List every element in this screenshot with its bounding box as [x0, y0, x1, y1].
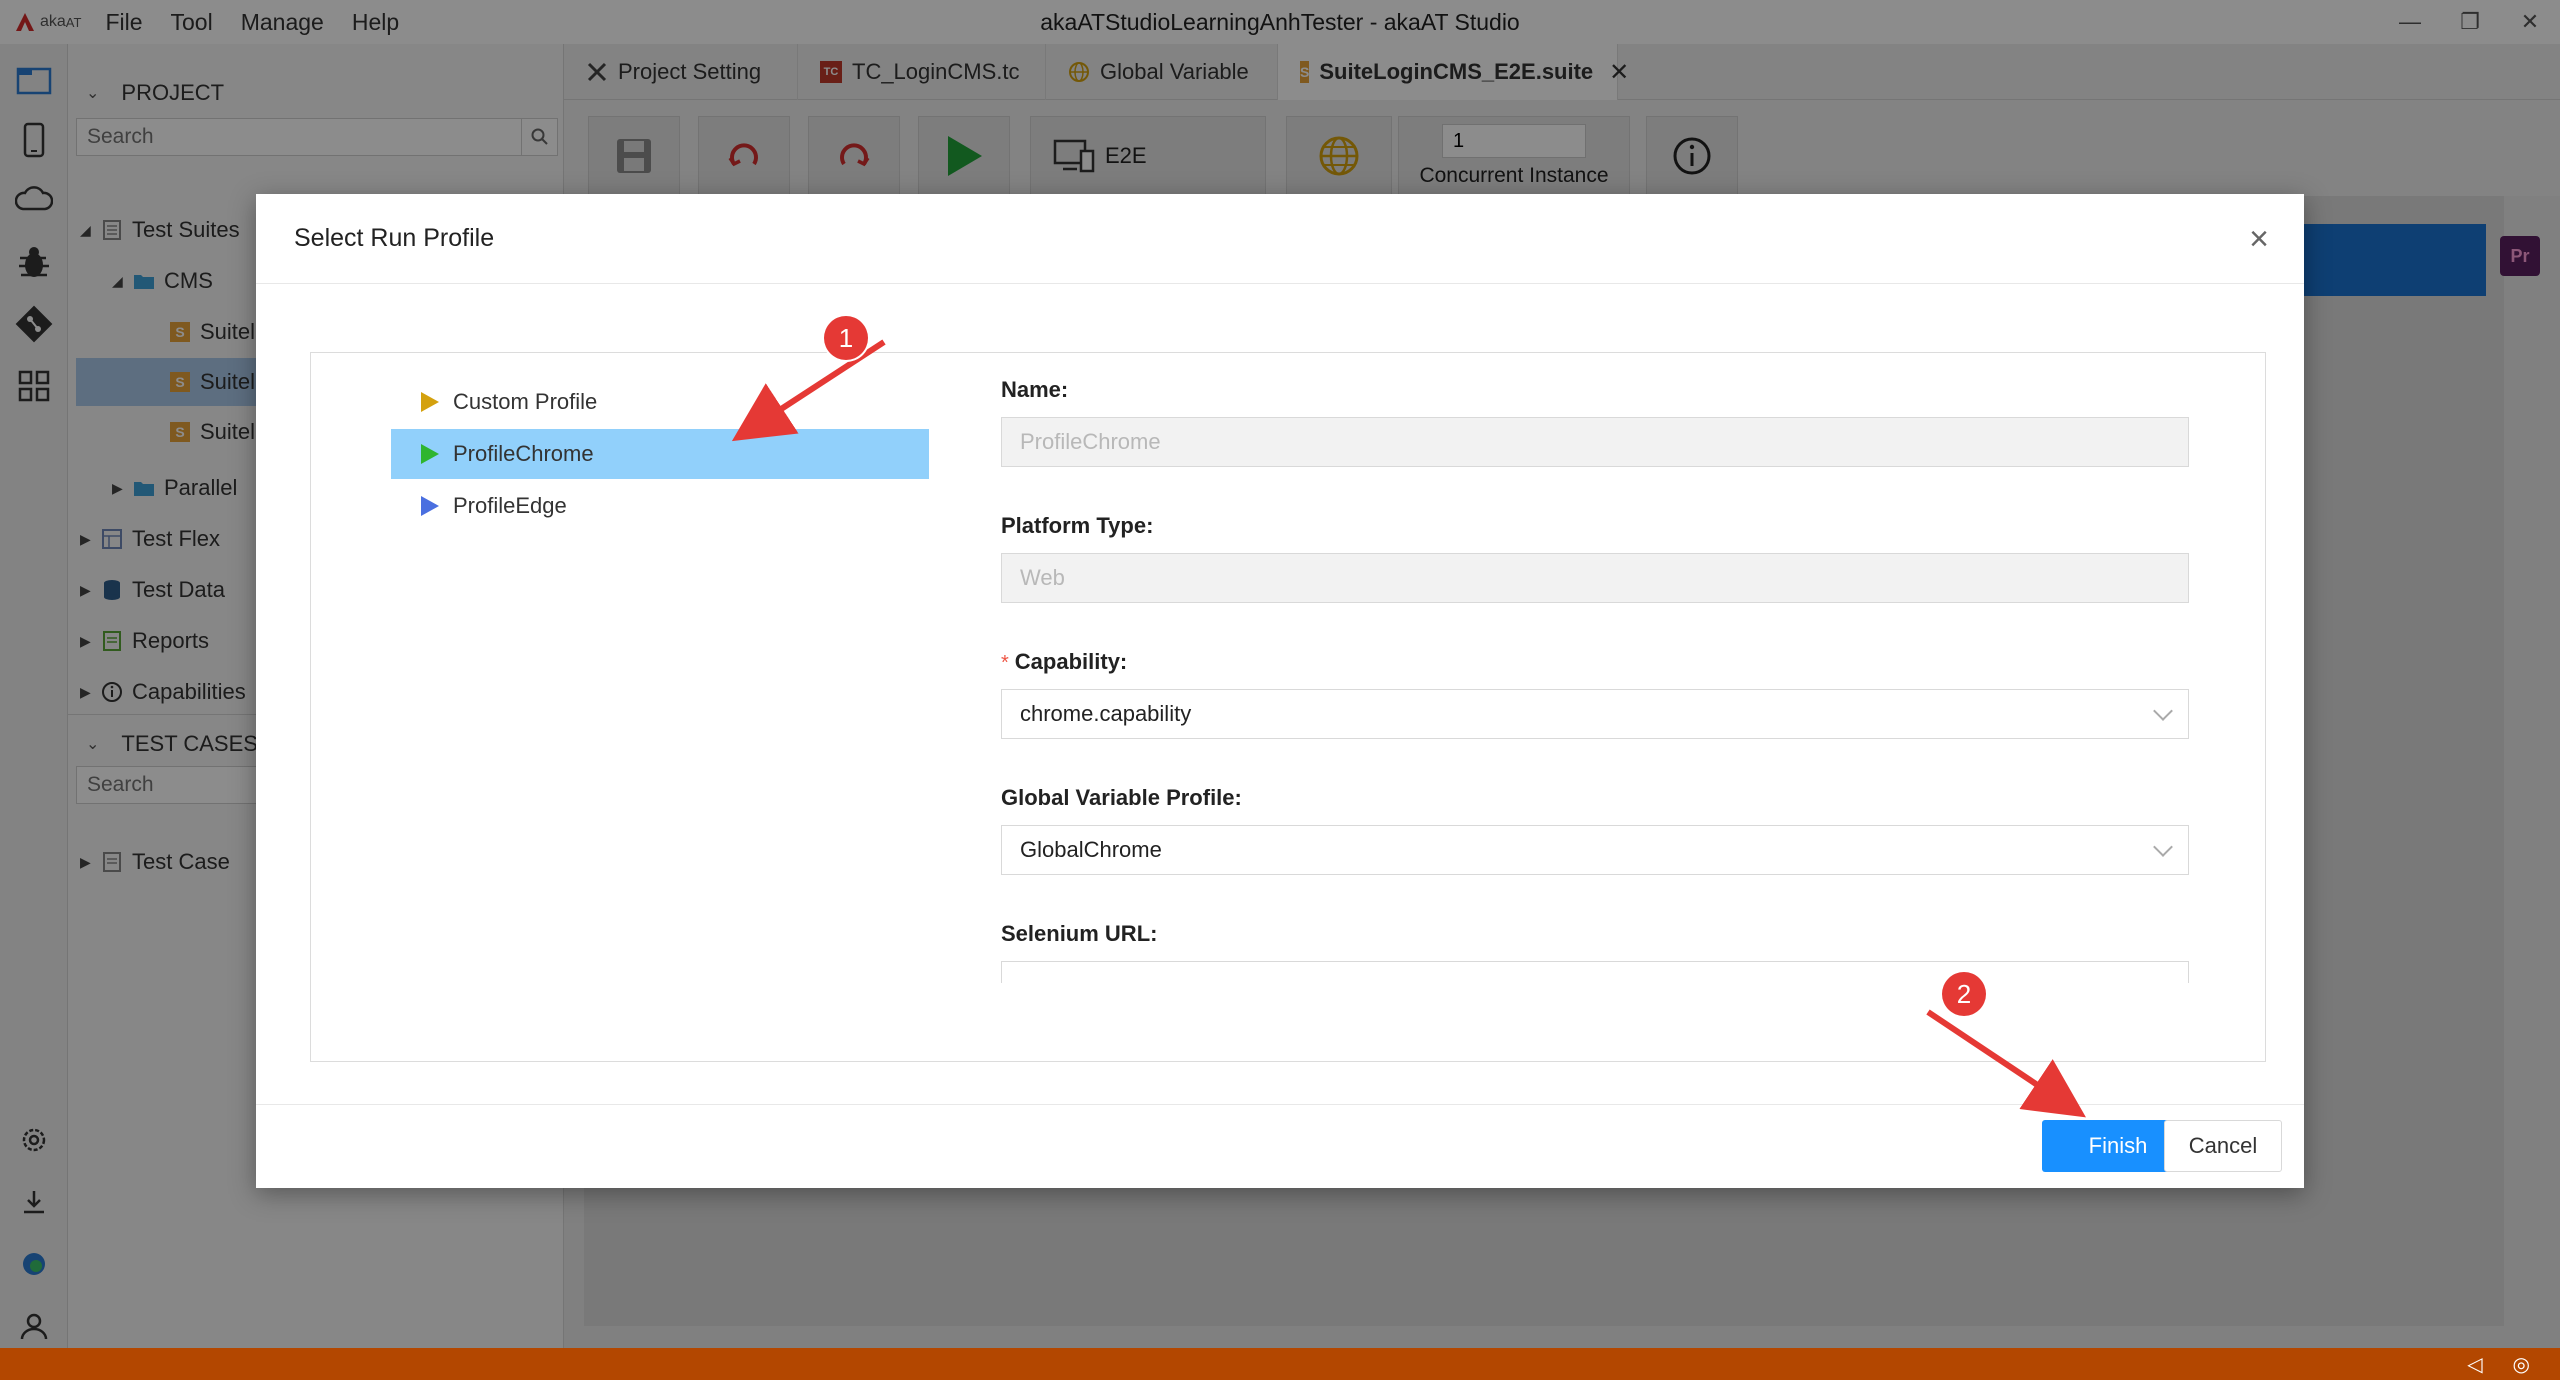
selenium-url-input[interactable]: [1001, 961, 2189, 983]
name-field: ProfileChrome: [1001, 417, 2189, 467]
profile-label: ProfileEdge: [453, 493, 567, 518]
dialog-footer: [256, 1104, 2304, 1188]
profile-custom[interactable]: Custom Profile: [391, 377, 929, 427]
platform-type-label: Platform Type:: [1001, 513, 1154, 538]
global-variable-profile-value: GlobalChrome: [1020, 837, 1162, 862]
select-run-profile-dialog: Select Run Profile × Custom Profile Prof…: [256, 194, 2304, 1188]
capability-value: chrome.capability: [1020, 701, 1192, 726]
global-variable-profile-select[interactable]: GlobalChrome: [1001, 825, 2189, 875]
chevron-down-icon: [2153, 701, 2173, 721]
profile-label: Custom Profile: [453, 389, 598, 414]
dialog-body: Custom Profile ProfileChrome ProfileEdge…: [310, 352, 2266, 1062]
platform-type-field: Web: [1001, 553, 2189, 603]
close-icon[interactable]: ×: [2238, 218, 2280, 260]
capability-label-row: * Capability:: [1001, 649, 1127, 675]
name-value: ProfileChrome: [1020, 429, 1161, 454]
annotation-badge-2: 2: [1942, 972, 1986, 1016]
cancel-button[interactable]: Cancel: [2164, 1120, 2282, 1172]
profile-label: ProfileChrome: [453, 441, 594, 466]
capability-select[interactable]: chrome.capability: [1001, 689, 2189, 739]
profile-edge[interactable]: ProfileEdge: [391, 481, 929, 531]
annotation-badge-1: 1: [824, 316, 868, 360]
profile-chrome[interactable]: ProfileChrome: [391, 429, 929, 479]
notification-icon[interactable]: ◁: [2467, 1352, 2482, 1377]
required-marker: *: [1001, 652, 1009, 674]
dialog-title: Select Run Profile: [294, 224, 495, 252]
profile-triangle-icon: [421, 392, 439, 412]
target-icon[interactable]: ◎: [2513, 1352, 2530, 1377]
status-bar: ◁ ◎: [0, 1348, 2560, 1380]
profile-form: Name: ProfileChrome Platform Type: Web *…: [1001, 353, 2201, 983]
chevron-down-icon: [2153, 837, 2173, 857]
name-label: Name:: [1001, 377, 1069, 402]
platform-type-value: Web: [1020, 565, 1065, 590]
selenium-url-label: Selenium URL:: [1001, 921, 1158, 946]
global-variable-profile-label: Global Variable Profile:: [1001, 785, 1242, 810]
profile-triangle-icon: [421, 496, 439, 516]
capability-label: Capability:: [1014, 649, 1128, 674]
dialog-header: Select Run Profile ×: [256, 194, 2304, 284]
profile-triangle-icon: [421, 444, 439, 464]
